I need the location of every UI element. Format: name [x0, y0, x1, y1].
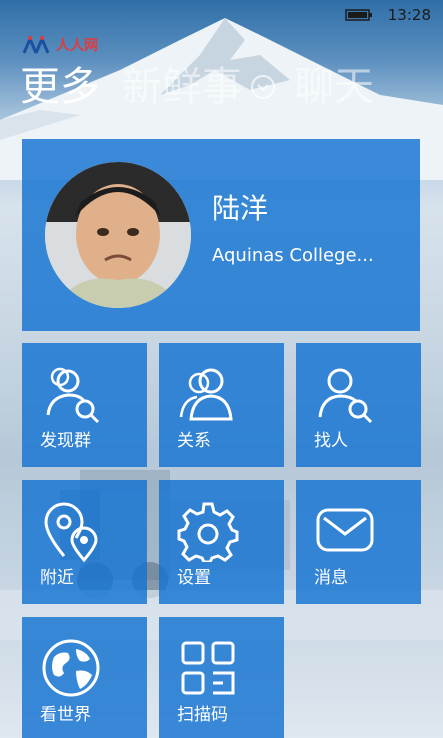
logo-text: 人人网 [56, 38, 98, 54]
tile-label-find-group: 发现群 [40, 431, 91, 451]
tile-label-see-world: 看世界 [40, 705, 91, 725]
nearby-icon [44, 502, 98, 562]
renren-logo-icon [22, 35, 50, 54]
tile-label-find-people: 找人 [314, 431, 348, 451]
profile-name: 陆洋 [212, 192, 269, 225]
tile-label-settings: 设置 [177, 568, 211, 588]
pivot-tab-more[interactable]: 更多 [20, 62, 100, 112]
tile-label-relations: 关系 [177, 431, 211, 451]
tile-see-world[interactable]: 看世界 [22, 617, 147, 738]
message-icon [316, 508, 374, 552]
phone-screen: 13:28 人人网 更多 新鲜事 聊天 陆洋 Aquinas College..… [0, 0, 443, 738]
tile-nearby[interactable]: 附近 [22, 480, 147, 604]
globe-icon [42, 639, 100, 697]
qr-scan-icon [181, 641, 235, 695]
tile-settings[interactable]: 设置 [159, 480, 284, 604]
tile-label-messages: 消息 [314, 568, 348, 588]
status-time: 13:28 [387, 6, 431, 24]
app-logo: 人人网 [22, 34, 98, 56]
relations-icon [179, 368, 233, 421]
profile-school: Aquinas College... [212, 245, 374, 266]
status-bar: 13:28 [0, 0, 443, 32]
pivot-tab-chat[interactable]: 聊天 [294, 62, 374, 112]
tile-find-people[interactable]: 找人 [296, 343, 421, 467]
find-people-icon [318, 368, 373, 424]
pivot-tab-news-feed[interactable]: 新鲜事 [122, 62, 242, 112]
battery-icon [345, 9, 372, 21]
settings-icon [177, 502, 239, 562]
tile-find-group[interactable]: 发现群 [22, 343, 147, 467]
profile-tile[interactable]: 陆洋 Aquinas College... [22, 139, 420, 331]
tile-scan-code[interactable]: 扫描码 [159, 617, 284, 738]
tile-relations[interactable]: 关系 [159, 343, 284, 467]
find-group-icon [46, 367, 100, 424]
tile-label-nearby: 附近 [40, 568, 74, 588]
chevron-down-icon[interactable] [250, 74, 276, 100]
avatar[interactable] [45, 162, 191, 308]
tile-label-scan-code: 扫描码 [177, 705, 228, 725]
avatar-photo [45, 162, 191, 308]
tile-messages[interactable]: 消息 [296, 480, 421, 604]
pivot-header: 更多 新鲜事 聊天 [20, 62, 396, 112]
